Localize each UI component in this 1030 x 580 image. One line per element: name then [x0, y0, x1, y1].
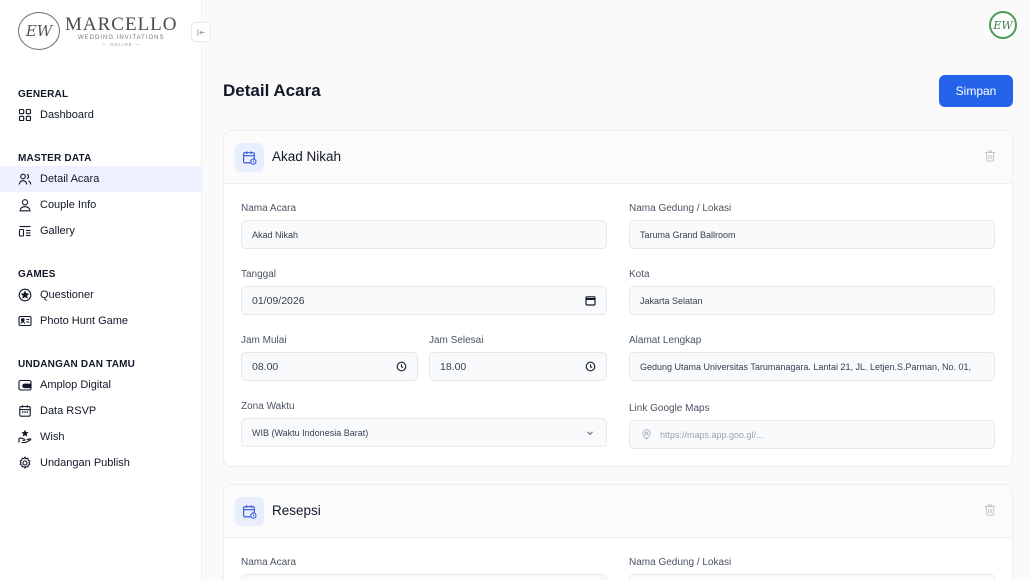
sidebar-item-label: Amplop Digital — [40, 379, 111, 391]
jam-selesai-label: Jam Selesai — [429, 335, 484, 346]
sidebar-item-amplop-digital[interactable]: Amplop Digital — [0, 372, 202, 398]
chevron-down-icon — [584, 427, 596, 439]
grid-icon — [18, 108, 32, 122]
tanggal-label: Tanggal — [241, 269, 277, 280]
akad-nikah-card: Akad Nikah Nama Acara Akad Nikah Tanggal… — [223, 130, 1013, 467]
save-button[interactable]: Simpan — [939, 75, 1013, 107]
input-value: 08.00 — [252, 360, 279, 373]
alamat-lengkap-label: Alamat Lengkap — [629, 335, 702, 346]
jam-selesai-time-input[interactable]: 18.00 — [429, 352, 607, 381]
gear-icon — [18, 456, 32, 470]
nama-gedung-label: Nama Gedung / Lokasi — [629, 557, 732, 568]
kota-label: Kota — [629, 269, 650, 280]
clock-icon[interactable] — [584, 361, 596, 373]
trash-icon[interactable] — [983, 503, 997, 517]
sidebar-item-label: Detail Acara — [40, 173, 100, 185]
select-value: WIB (Waktu Indonesia Barat) — [252, 427, 369, 438]
sidebar-item-detail-acara[interactable]: Detail Acara — [0, 166, 202, 192]
brand-tagline: WEDDING INVITATIONS — [78, 34, 165, 41]
tanggal-date-input[interactable]: 01/09/2026 — [241, 286, 607, 315]
input-placeholder: https://maps.app.goo.gl/... — [660, 429, 764, 440]
sidebar-item-label: Dashboard — [40, 109, 94, 121]
sidebar-item-label: Undangan Publish — [40, 457, 130, 469]
sidebar-item-dashboard[interactable]: Dashboard — [0, 102, 202, 128]
nav-group-undangan-dan-tamu: UNDANGAN DAN TAMU Amplop Digital Data RS… — [0, 358, 202, 476]
input-value: 18.00 — [440, 360, 467, 373]
users-icon — [18, 172, 32, 186]
nama-acara-label: Nama Acara — [241, 203, 297, 214]
star-circle-icon — [18, 288, 32, 302]
sidebar-item-wish[interactable]: Wish — [0, 424, 202, 450]
calendar-event-icon — [235, 497, 264, 526]
brand-logo[interactable]: EW MARCELLO WEDDING INVITATIONS — ONLINE… — [18, 12, 178, 50]
sidebar-item-undangan-publish[interactable]: Undangan Publish — [0, 450, 202, 476]
kota-input[interactable]: Jakarta Selatan — [629, 286, 995, 315]
nama-gedung-label: Nama Gedung / Lokasi — [629, 203, 732, 214]
sidebar-item-questioner[interactable]: Questioner — [0, 282, 202, 308]
zona-waktu-select[interactable]: WIB (Waktu Indonesia Barat) — [241, 418, 607, 447]
resepsi-card: Resepsi Nama Acara Nama Gedung / Lokasi — [223, 484, 1013, 580]
sidebar-item-couple-info[interactable]: Couple Info — [0, 192, 202, 218]
nama-acara-input[interactable] — [241, 574, 607, 580]
jam-mulai-label: Jam Mulai — [241, 335, 287, 346]
wallet-icon — [18, 378, 32, 392]
calendar-picker-icon[interactable] — [584, 295, 596, 307]
card-title: Resepsi — [272, 503, 321, 518]
sidebar-item-label: Gallery — [40, 225, 75, 237]
calendar-event-icon — [235, 143, 264, 172]
page-title: Detail Acara — [223, 81, 321, 100]
avatar-initials: EW — [993, 18, 1013, 32]
nav-group-general: GENERAL Dashboard — [0, 88, 202, 128]
sidebar-item-label: Questioner — [40, 289, 94, 301]
id-card-icon — [18, 314, 32, 328]
nama-acara-input[interactable]: Akad Nikah — [241, 220, 607, 249]
clock-icon[interactable] — [395, 361, 407, 373]
gallery-icon — [18, 224, 32, 238]
nav-group-title: GAMES — [18, 269, 56, 280]
gift-hand-icon — [18, 430, 32, 444]
card-title: Akad Nikah — [272, 149, 342, 164]
nav-group-title: GENERAL — [18, 89, 69, 100]
google-maps-label: Link Google Maps — [629, 403, 710, 414]
location-pin-icon — [640, 429, 652, 441]
trash-icon[interactable] — [983, 149, 997, 163]
brand-subtagline: — ONLINE — — [102, 41, 141, 47]
card-header: Akad Nikah — [224, 131, 1012, 184]
nama-acara-label: Nama Acara — [241, 557, 297, 568]
sidebar: EW MARCELLO WEDDING INVITATIONS — ONLINE… — [0, 0, 202, 580]
nama-gedung-input[interactable]: Taruma Grand Ballroom — [629, 220, 995, 249]
input-value: Jakarta Selatan — [640, 295, 703, 306]
alamat-lengkap-input[interactable]: Gedung Utama Universitas Tarumanagara. L… — [629, 352, 995, 381]
nav-group-title: MASTER DATA — [18, 153, 92, 164]
monogram-logo: EW — [18, 12, 60, 50]
nama-gedung-input[interactable] — [629, 574, 995, 580]
nav-group-title: UNDANGAN DAN TAMU — [18, 359, 136, 370]
jam-mulai-time-input[interactable]: 08.00 — [241, 352, 418, 381]
brand-name: MARCELLO — [65, 13, 178, 35]
sidebar-item-data-rsvp[interactable]: Data RSVP — [0, 398, 202, 424]
sidebar-item-label: Photo Hunt Game — [40, 315, 129, 327]
sidebar-item-label: Wish — [40, 431, 65, 443]
user-avatar[interactable]: EW — [989, 11, 1017, 39]
input-value: Taruma Grand Ballroom — [640, 229, 736, 240]
card-header: Resepsi — [224, 485, 1012, 538]
google-maps-input[interactable]: https://maps.app.goo.gl/... — [629, 420, 995, 449]
sidebar-item-photo-hunt-game[interactable]: Photo Hunt Game — [0, 308, 202, 334]
sidebar-item-label: Couple Info — [40, 199, 97, 211]
input-value: Gedung Utama Universitas Tarumanagara. L… — [640, 361, 972, 372]
collapse-left-icon — [197, 28, 204, 36]
sidebar-item-gallery[interactable]: Gallery — [0, 218, 202, 244]
nav-group-master-data: MASTER DATA Detail Acara Couple Info Gal… — [0, 152, 202, 244]
sidebar-item-label: Data RSVP — [40, 405, 97, 417]
sidebar-collapse-button[interactable] — [191, 22, 211, 42]
user-icon — [18, 198, 32, 212]
nav-group-games: GAMES Questioner Photo Hunt Game — [0, 268, 202, 334]
input-value: 01/09/2026 — [252, 294, 305, 307]
zona-waktu-label: Zona Waktu — [241, 401, 295, 412]
calendar-icon — [18, 404, 32, 418]
input-value: Akad Nikah — [252, 229, 299, 240]
